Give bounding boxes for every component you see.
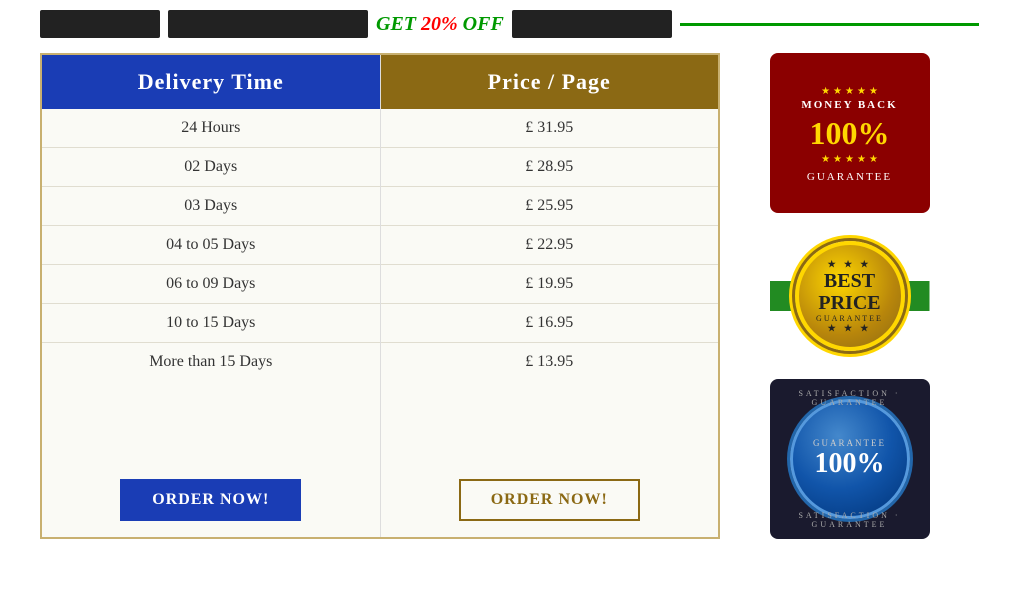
delivery-time-header: Delivery Time [42,55,380,109]
satisfaction-inner: GUARANTEE 100% [790,399,910,519]
discount-percent: 20% [421,13,458,35]
main-content: SAMPLE Delivery Time 24 Hours 02 Days 03… [0,53,1019,539]
satisfaction-badge: SATISFACTION · GUARANTEE GUARANTEE 100% … [770,379,930,539]
discount-badge: GET 20% OFF [376,13,504,36]
best-price-main: BESTPRICE [818,270,880,314]
best-price-stars-bottom: ★ ★ ★ [828,323,872,334]
price-header: Price / Page [381,55,719,109]
satisfaction-percent: 100% [815,448,885,480]
delivery-row-1: 24 Hours [42,109,380,148]
price-row-3: £ 25.95 [381,187,719,226]
price-order-button[interactable]: ORDER NOW! [459,479,640,521]
money-back-sub: GUARANTEE [807,171,892,183]
price-row-1: £ 31.95 [381,109,719,148]
delivery-row-4: 04 to 05 Days [42,226,380,265]
star-row-bottom: ★ ★ ★ ★ ★ [821,154,878,165]
price-column: Price / Page £ 31.95 £ 28.95 £ 25.95 £ 2… [380,55,719,537]
banner-block-3 [512,10,672,38]
best-price-stars: ★ ★ ★ [828,259,872,270]
satisfaction-bottom-text: SATISFACTION · GUARANTEE [770,511,930,529]
price-order-btn-wrap: ORDER NOW! [381,463,719,537]
top-banner: GET 20% OFF [0,0,1019,48]
delivery-row-5: 06 to 09 Days [42,265,380,304]
money-back-percent: 100% [810,115,890,152]
money-back-badge: ★ ★ ★ ★ ★ MONEY BACK 100% ★ ★ ★ ★ ★ GUAR… [770,53,930,213]
delivery-time-column: Delivery Time 24 Hours 02 Days 03 Days 0… [42,55,380,537]
guarantee-label: GUARANTEE [813,438,886,448]
money-back-title: MONEY BACK [801,99,897,111]
delivery-row-3: 03 Days [42,187,380,226]
banner-block-2 [168,10,368,38]
delivery-row-7: More than 15 Days [42,343,380,381]
best-price-circle: ★ ★ ★ BESTPRICE GUARANTEE ★ ★ ★ [795,241,905,351]
price-row-7: £ 13.95 [381,343,719,381]
best-price-badge: ★ ★ ★ BESTPRICE GUARANTEE ★ ★ ★ [770,221,930,371]
star-row-top: ★ ★ ★ ★ ★ [821,86,878,97]
satisfaction-top-text: SATISFACTION · GUARANTEE [770,389,930,407]
price-row-5: £ 19.95 [381,265,719,304]
best-price-sub: GUARANTEE [816,314,883,323]
green-underline [680,23,979,26]
delivery-row-2: 02 Days [42,148,380,187]
delivery-row-6: 10 to 15 Days [42,304,380,343]
banner-block-1 [40,10,160,38]
price-row-2: £ 28.95 [381,148,719,187]
price-row-4: £ 22.95 [381,226,719,265]
pricing-table: SAMPLE Delivery Time 24 Hours 02 Days 03… [40,53,720,539]
delivery-order-btn-wrap: ORDER NOW! [42,463,380,537]
delivery-order-button[interactable]: ORDER NOW! [120,479,301,521]
price-row-6: £ 16.95 [381,304,719,343]
badges-column: ★ ★ ★ ★ ★ MONEY BACK 100% ★ ★ ★ ★ ★ GUAR… [720,53,979,539]
